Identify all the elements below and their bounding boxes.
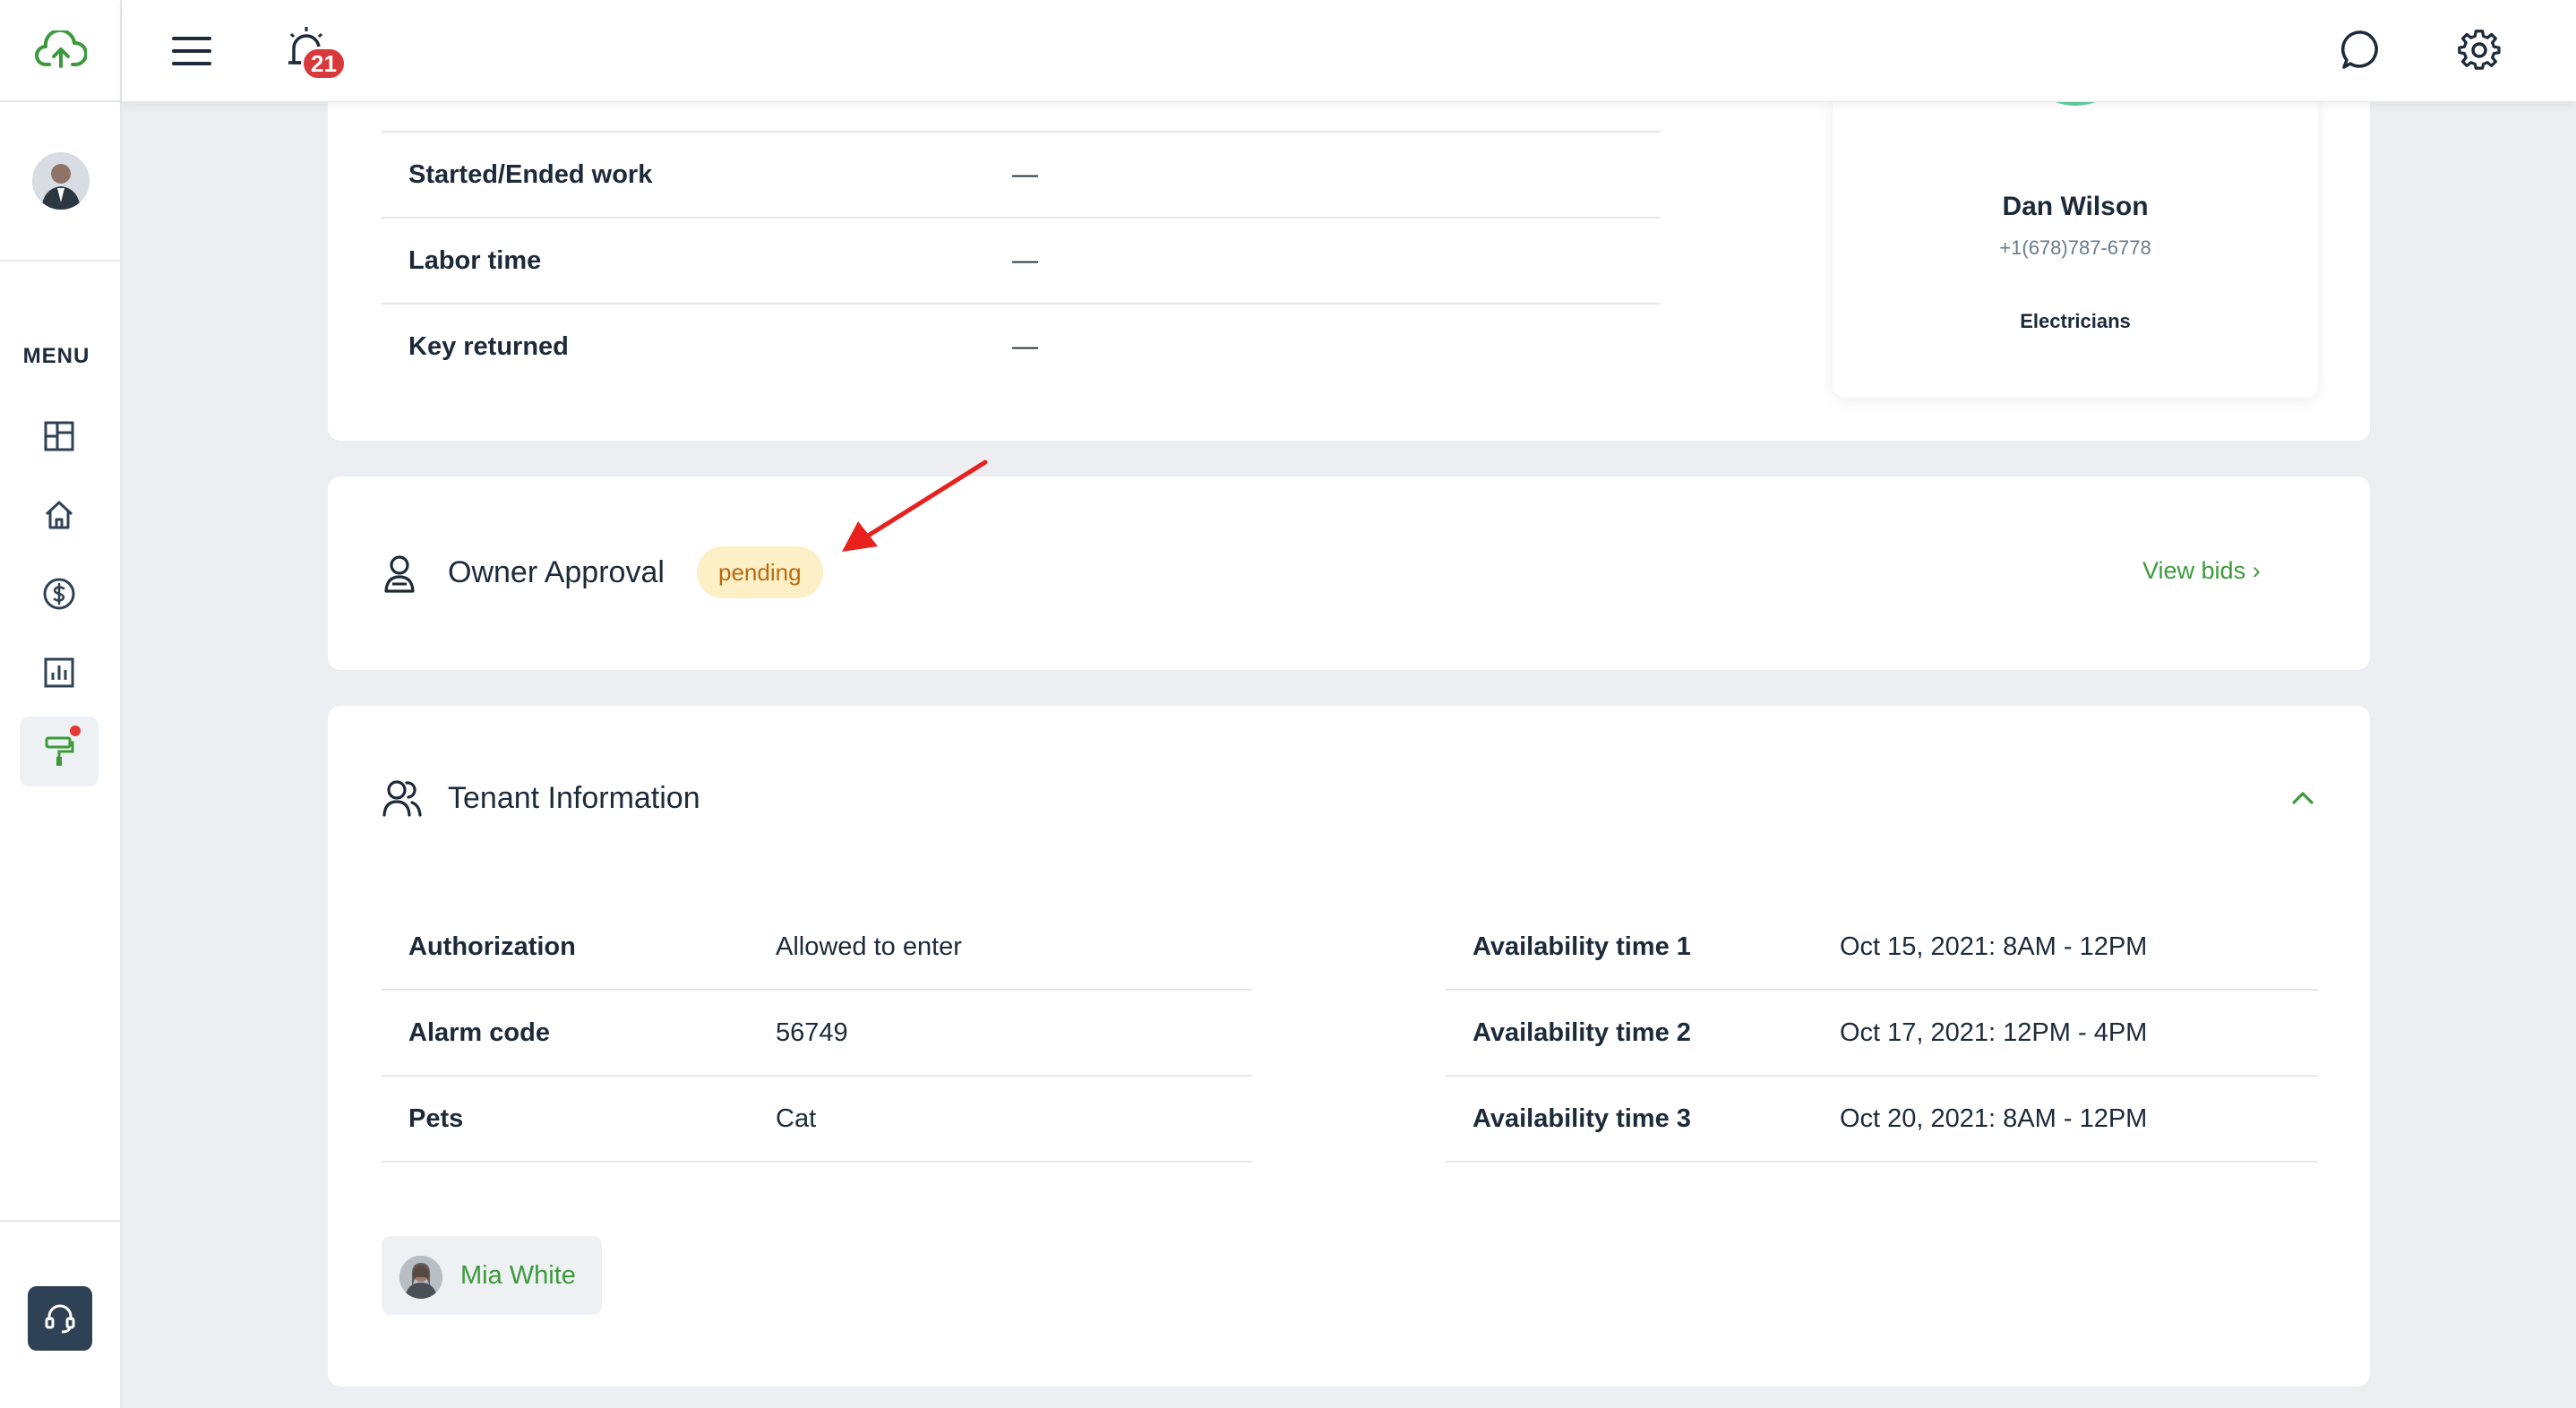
annotation-arrow-icon [842, 459, 988, 552]
sidebar-item-maintenance[interactable] [20, 717, 99, 786]
support-button[interactable] [28, 1286, 92, 1351]
cloud-upload-icon [35, 30, 87, 68]
dashboard-icon [44, 421, 74, 451]
home-icon [45, 501, 73, 529]
collapse-button[interactable] [2282, 777, 2323, 819]
users-icon [382, 780, 422, 817]
tenant-field-value: 56749 [776, 1017, 848, 1047]
sidebar-item-dashboard[interactable] [20, 401, 99, 471]
availability-row: Availability time 1 Oct 15, 2021: 8AM - … [1446, 905, 2318, 991]
app-logo[interactable] [0, 0, 122, 102]
detail-row: Key returned — [382, 303, 1661, 389]
availability-value: Oct 15, 2021: 8AM - 12PM [1840, 932, 2148, 961]
dollar-icon [43, 578, 75, 610]
tenant-information-card: Tenant Information Authorization Allowed… [328, 706, 2370, 1387]
hamburger-icon [172, 37, 211, 65]
user-icon [384, 555, 415, 593]
sidebar-item-properties[interactable] [20, 480, 99, 550]
status-badge: pending [697, 546, 823, 598]
assignee-role: Electricians [2020, 310, 2131, 332]
detail-label: Started/Ended work [408, 159, 653, 189]
tenant-information-title: Tenant Information [448, 781, 700, 815]
chat-button[interactable] [2334, 23, 2388, 77]
user-avatar[interactable] [32, 152, 90, 210]
tenant-field-label: Authorization [408, 932, 576, 961]
owner-approval-card: Owner Approval pending View bids › [328, 476, 2370, 670]
detail-row: Labor time — [382, 217, 1661, 303]
detail-value: — [1012, 245, 1038, 275]
view-bids-link[interactable]: View bids › [2142, 557, 2261, 585]
availability-value: Oct 17, 2021: 12PM - 4PM [1840, 1017, 2148, 1047]
assignee-phone[interactable]: +1(678)787-6778 [1833, 236, 2318, 260]
detail-value: — [1012, 159, 1038, 189]
headset-icon [45, 1304, 75, 1334]
tenant-field-label: Alarm code [408, 1017, 550, 1047]
assignee-card[interactable]: Dan Wilson +1(678)787-6778 Electricians [1833, 0, 2318, 398]
availability-label: Availability time 3 [1473, 1103, 1691, 1133]
detail-label: Labor time [408, 245, 542, 275]
paint-roller-icon [45, 736, 74, 766]
gear-icon [2458, 30, 2501, 70]
owner-approval-title: Owner Approval [448, 555, 665, 589]
sidebar-bottom [0, 1220, 122, 1408]
chart-icon [44, 657, 74, 688]
availability-row: Availability time 2 Oct 17, 2021: 12PM -… [1446, 991, 2318, 1077]
detail-row: Started/Ended work — [382, 131, 1661, 217]
tenant-row: Authorization Allowed to enter [382, 905, 1252, 991]
sidebar: MENU [0, 0, 122, 1408]
assignee-name: Dan Wilson [2002, 192, 2149, 221]
tenant-avatar [399, 1256, 442, 1299]
chevron-up-icon [2292, 792, 2314, 804]
tenant-row: Pets Cat [382, 1077, 1252, 1163]
user-avatar-section [0, 102, 122, 262]
availability-value: Oct 20, 2021: 8AM - 12PM [1840, 1103, 2148, 1133]
tenant-field-value: Cat [776, 1103, 817, 1133]
notification-dot [70, 725, 81, 736]
sidebar-item-accounting[interactable] [20, 559, 99, 629]
tenant-contact-name: Mia White [460, 1261, 576, 1290]
tenant-row: Alarm code 56749 [382, 991, 1252, 1077]
availability-label: Availability time 2 [1473, 1017, 1691, 1047]
availability-label: Availability time 1 [1473, 932, 1691, 961]
top-bar: 21 [122, 0, 2576, 102]
sidebar-item-reports[interactable] [20, 638, 99, 708]
work-details-card: Started/Ended work — Labor time — Key re… [328, 0, 2370, 441]
tenant-contact-chip[interactable]: Mia White [382, 1236, 602, 1315]
hamburger-menu-button[interactable] [167, 26, 217, 76]
tenant-field-value: Allowed to enter [776, 932, 962, 961]
chat-bubble-icon [2340, 30, 2378, 69]
availability-row: Availability time 3 Oct 20, 2021: 8AM - … [1446, 1077, 2318, 1163]
tenant-field-label: Pets [408, 1103, 464, 1133]
settings-button[interactable] [2452, 23, 2506, 77]
menu-label: MENU [22, 344, 90, 368]
detail-value: — [1012, 331, 1038, 361]
notification-count-badge: 21 [301, 47, 347, 81]
detail-label: Key returned [408, 331, 569, 361]
